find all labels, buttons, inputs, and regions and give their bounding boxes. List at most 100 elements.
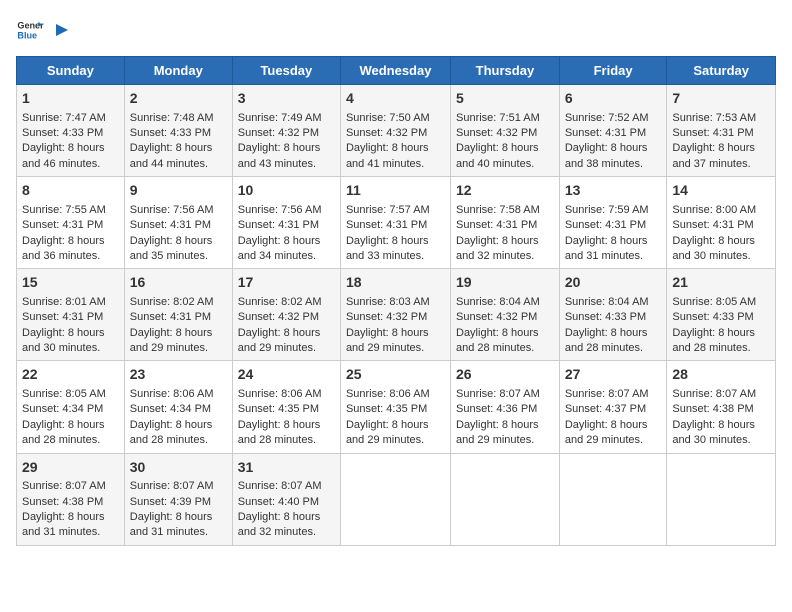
daylight-hours: Daylight: 8 hours and 30 minutes. (672, 419, 755, 446)
calendar-cell: 29 Sunrise: 8:07 AM Sunset: 4:38 PM Dayligh… (17, 453, 125, 545)
sunrise-time: Sunrise: 7:53 AM (672, 112, 756, 124)
sunset-time: Sunset: 4:33 PM (22, 127, 103, 139)
day-number: 7 (672, 89, 770, 109)
sunrise-time: Sunrise: 7:56 AM (238, 204, 322, 216)
daylight-hours: Daylight: 8 hours and 38 minutes. (565, 142, 648, 169)
sunrise-time: Sunrise: 8:04 AM (565, 296, 649, 308)
sunset-time: Sunset: 4:34 PM (130, 403, 211, 415)
day-number: 24 (238, 365, 335, 385)
sunrise-time: Sunrise: 8:06 AM (238, 388, 322, 400)
daylight-hours: Daylight: 8 hours and 30 minutes. (672, 235, 755, 262)
weekday-header-wednesday: Wednesday (340, 57, 450, 85)
sunset-time: Sunset: 4:32 PM (456, 127, 537, 139)
calendar-cell: 8Sunrise: 7:55 AMSunset: 4:31 PMDaylight… (17, 177, 125, 269)
sunrise-time: Sunrise: 8:07 AM (22, 480, 106, 492)
day-number: 30 (130, 458, 227, 478)
sunrise-time: Sunrise: 8:07 AM (130, 480, 214, 492)
calendar-cell: 5Sunrise: 7:51 AMSunset: 4:32 PMDaylight… (451, 85, 560, 177)
sunset-time: Sunset: 4:32 PM (346, 311, 427, 323)
sunrise-time: Sunrise: 8:07 AM (672, 388, 756, 400)
calendar-cell: 23Sunrise: 8:06 AMSunset: 4:34 PMDayligh… (124, 361, 232, 453)
sunset-time: Sunset: 4:33 PM (565, 311, 646, 323)
sunset-time: Sunset: 4:32 PM (238, 311, 319, 323)
sunset-time: Sunset: 4:31 PM (456, 219, 537, 231)
calendar-cell: 7Sunrise: 7:53 AMSunset: 4:31 PMDaylight… (667, 85, 776, 177)
sunrise-time: Sunrise: 7:50 AM (346, 112, 430, 124)
day-number: 2 (130, 89, 227, 109)
sunrise-time: Sunrise: 7:56 AM (130, 204, 214, 216)
daylight-hours: Daylight: 8 hours and 28 minutes. (238, 419, 321, 446)
sunset-time: Sunset: 4:40 PM (238, 496, 319, 508)
sunrise-time: Sunrise: 8:01 AM (22, 296, 106, 308)
weekday-header-sunday: Sunday (17, 57, 125, 85)
calendar-cell: 24 Sunrise: 8:06 AM Sunset: 4:35 PM Dayligh… (232, 361, 340, 453)
daylight-hours: Daylight: 8 hours and 28 minutes. (672, 327, 755, 354)
sunset-time: Sunset: 4:31 PM (565, 219, 646, 231)
daylight-hours: Daylight: 8 hours and 46 minutes. (22, 142, 105, 169)
day-number: 3 (238, 89, 335, 109)
calendar-cell: 22Sunrise: 8:05 AMSunset: 4:34 PMDayligh… (17, 361, 125, 453)
daylight-hours: Daylight: 8 hours and 28 minutes. (22, 419, 105, 446)
calendar-cell (667, 453, 776, 545)
calendar-cell: 6Sunrise: 7:52 AMSunset: 4:31 PMDaylight… (559, 85, 667, 177)
logo-arrow-icon (52, 20, 72, 40)
sunrise-time: Sunrise: 8:07 AM (238, 480, 322, 492)
calendar-cell: 21Sunrise: 8:05 AMSunset: 4:33 PMDayligh… (667, 269, 776, 361)
day-number: 26 (456, 365, 554, 385)
day-number: 1 (22, 89, 119, 109)
daylight-hours: Daylight: 8 hours and 44 minutes. (130, 142, 213, 169)
day-number: 9 (130, 181, 227, 201)
day-number: 20 (565, 273, 662, 293)
sunrise-time: Sunrise: 8:07 AM (456, 388, 540, 400)
sunrise-time: Sunrise: 8:05 AM (22, 388, 106, 400)
calendar-table: SundayMondayTuesdayWednesdayThursdayFrid… (16, 56, 776, 546)
sunset-time: Sunset: 4:33 PM (130, 127, 211, 139)
calendar-cell: 30Sunrise: 8:07 AMSunset: 4:39 PMDayligh… (124, 453, 232, 545)
sunset-time: Sunset: 4:39 PM (130, 496, 211, 508)
day-number: 27 (565, 365, 662, 385)
sunrise-time: Sunrise: 7:55 AM (22, 204, 106, 216)
week-row-5: 29 Sunrise: 8:07 AM Sunset: 4:38 PM Dayligh… (17, 453, 776, 545)
daylight-hours: Daylight: 8 hours and 29 minutes. (346, 419, 429, 446)
svg-text:Blue: Blue (17, 30, 37, 40)
calendar-cell: 15Sunrise: 8:01 AMSunset: 4:31 PMDayligh… (17, 269, 125, 361)
weekday-header-saturday: Saturday (667, 57, 776, 85)
day-number: 29 (22, 458, 119, 478)
daylight-hours: Daylight: 8 hours and 40 minutes. (456, 142, 539, 169)
sunset-time: Sunset: 4:35 PM (238, 403, 319, 415)
day-number: 31 (238, 458, 335, 478)
daylight-hours: Daylight: 8 hours and 32 minutes. (456, 235, 539, 262)
calendar-cell (340, 453, 450, 545)
sunrise-time: Sunrise: 8:06 AM (346, 388, 430, 400)
daylight-hours: Daylight: 8 hours and 32 minutes. (238, 511, 321, 538)
calendar-cell: 27Sunrise: 8:07 AMSunset: 4:37 PMDayligh… (559, 361, 667, 453)
day-number: 17 (238, 273, 335, 293)
sunrise-time: Sunrise: 8:02 AM (238, 296, 322, 308)
sunset-time: Sunset: 4:38 PM (22, 496, 103, 508)
sunset-time: Sunset: 4:31 PM (238, 219, 319, 231)
daylight-hours: Daylight: 8 hours and 31 minutes. (22, 511, 105, 538)
logo: General Blue (16, 16, 72, 44)
sunrise-time: Sunrise: 8:03 AM (346, 296, 430, 308)
sunset-time: Sunset: 4:38 PM (672, 403, 753, 415)
sunset-time: Sunset: 4:32 PM (238, 127, 319, 139)
weekday-header-thursday: Thursday (451, 57, 560, 85)
sunset-time: Sunset: 4:31 PM (565, 127, 646, 139)
sunset-time: Sunset: 4:31 PM (22, 311, 103, 323)
day-number: 4 (346, 89, 445, 109)
day-number: 16 (130, 273, 227, 293)
day-number: 8 (22, 181, 119, 201)
calendar-cell: 28Sunrise: 8:07 AMSunset: 4:38 PMDayligh… (667, 361, 776, 453)
sunrise-time: Sunrise: 7:49 AM (238, 112, 322, 124)
day-number: 13 (565, 181, 662, 201)
calendar-cell (559, 453, 667, 545)
day-number: 22 (22, 365, 119, 385)
day-number: 23 (130, 365, 227, 385)
sunset-time: Sunset: 4:31 PM (346, 219, 427, 231)
calendar-cell: 25Sunrise: 8:06 AMSunset: 4:35 PMDayligh… (340, 361, 450, 453)
daylight-hours: Daylight: 8 hours and 28 minutes. (565, 327, 648, 354)
calendar-cell: 31 Sunrise: 8:07 AM Sunset: 4:40 PM Dayligh… (232, 453, 340, 545)
calendar-cell: 13Sunrise: 7:59 AMSunset: 4:31 PMDayligh… (559, 177, 667, 269)
sunset-time: Sunset: 4:31 PM (672, 219, 753, 231)
daylight-hours: Daylight: 8 hours and 29 minutes. (238, 327, 321, 354)
